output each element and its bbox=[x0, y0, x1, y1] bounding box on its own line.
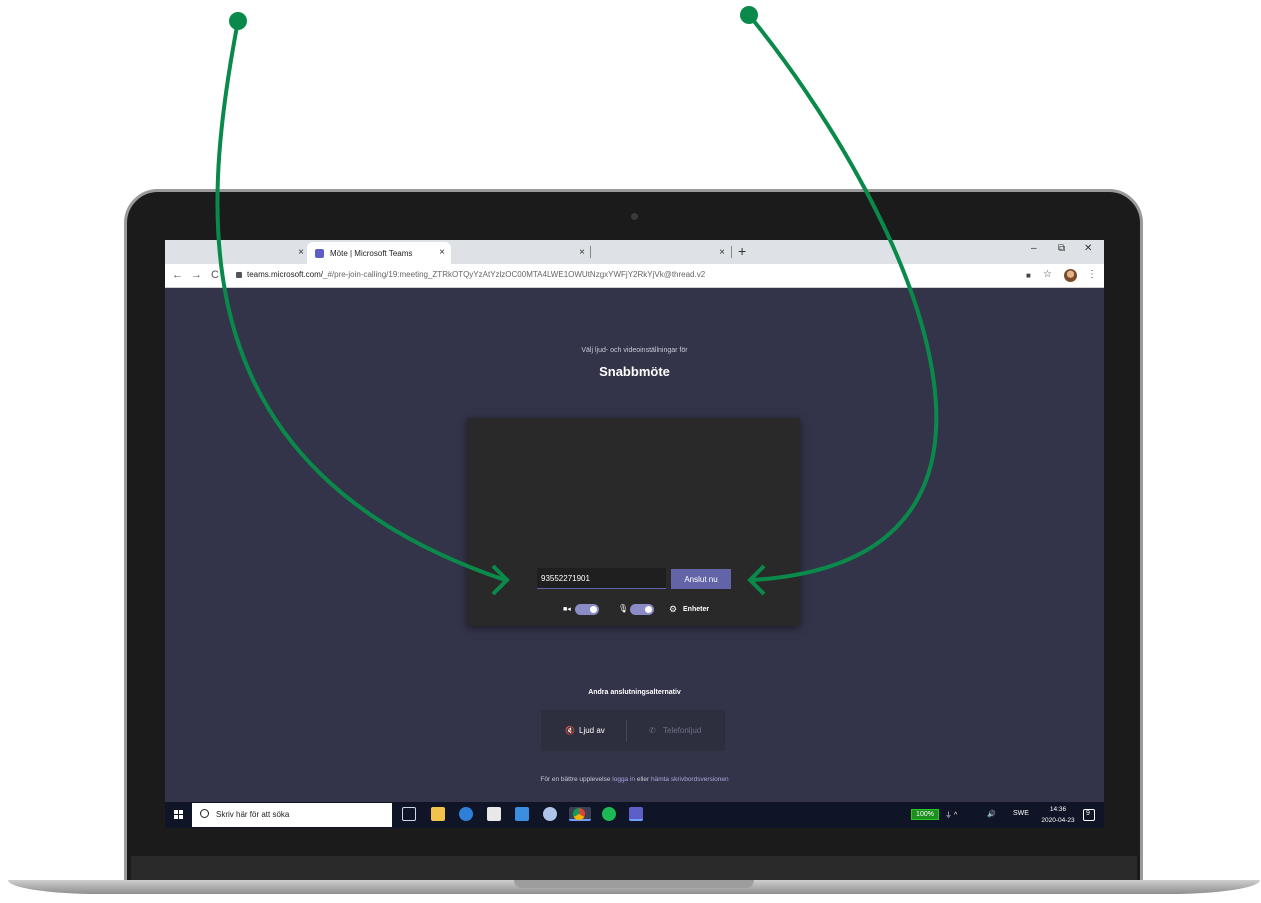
tab-1[interactable]: × bbox=[165, 242, 310, 264]
left-annotation-dot bbox=[229, 12, 247, 30]
name-input[interactable] bbox=[537, 568, 666, 589]
laptop-scene: × Möte | Microsoft Teams × × × + – ⧉ ✕ ←… bbox=[0, 0, 1261, 903]
footer-text: För en bättre upplevelse logga in eller … bbox=[165, 776, 1104, 783]
file-explorer-icon[interactable] bbox=[431, 807, 445, 821]
screen: × Möte | Microsoft Teams × × × + – ⧉ ✕ ←… bbox=[165, 240, 1104, 828]
microphone-icon: 🎙 bbox=[618, 604, 629, 613]
prejoin-panel: Anslut nu ■◂ 🎙 ⚙ Enheter bbox=[467, 418, 800, 626]
spotify-icon[interactable] bbox=[602, 807, 616, 821]
windows-start-icon[interactable] bbox=[174, 810, 184, 820]
task-view-icon[interactable] bbox=[402, 807, 416, 821]
reload-icon[interactable]: C bbox=[211, 269, 219, 281]
forward-icon[interactable]: → bbox=[191, 269, 202, 281]
meeting-title: Snabbmöte bbox=[599, 364, 670, 379]
tray-overflow-icon[interactable]: ⏚ ^ bbox=[945, 810, 957, 820]
paint-icon[interactable] bbox=[543, 807, 557, 821]
options-divider bbox=[626, 720, 627, 742]
close-window-icon[interactable]: ✕ bbox=[1084, 243, 1092, 254]
back-icon[interactable]: ← bbox=[172, 269, 183, 281]
url-host: teams.microsoft.com/ bbox=[247, 270, 324, 279]
minimize-icon[interactable]: – bbox=[1031, 243, 1037, 254]
close-tab-icon[interactable]: × bbox=[298, 247, 304, 258]
notification-count: 9 bbox=[1086, 810, 1090, 817]
join-options: 🔇 Ljud av ✆ Telefonljud bbox=[541, 710, 725, 751]
right-annotation-dot bbox=[740, 6, 758, 24]
tab-title: Möte | Microsoft Teams bbox=[330, 248, 413, 258]
lock-icon bbox=[236, 272, 242, 278]
clock-time: 14:36 bbox=[1049, 806, 1067, 813]
tab-4[interactable]: × bbox=[591, 242, 731, 264]
gear-icon[interactable]: ⚙ bbox=[669, 604, 677, 615]
url-field[interactable]: teams.microsoft.com/_#/pre-join-calling/… bbox=[247, 270, 705, 279]
language-indicator[interactable]: SWE bbox=[1013, 810, 1029, 817]
close-tab-icon[interactable]: × bbox=[719, 247, 725, 258]
tab-divider bbox=[731, 246, 732, 258]
laptop-bezel bbox=[131, 856, 1137, 882]
devices-button[interactable]: Enheter bbox=[683, 606, 709, 613]
tab-teams[interactable]: Möte | Microsoft Teams × bbox=[307, 242, 451, 264]
star-icon[interactable]: ☆ bbox=[1043, 269, 1052, 280]
other-options-title: Andra anslutningsalternativ bbox=[588, 689, 681, 696]
profile-avatar[interactable] bbox=[1064, 269, 1077, 282]
restore-icon[interactable]: ⧉ bbox=[1058, 243, 1065, 254]
microphone-toggle[interactable] bbox=[630, 604, 654, 615]
search-placeholder: Skriv här för att söka bbox=[216, 810, 290, 819]
teams-taskbar-icon[interactable] bbox=[629, 807, 643, 821]
audio-off-icon[interactable]: 🔇 bbox=[565, 726, 575, 735]
laptop-notch bbox=[514, 880, 754, 888]
clock[interactable]: 14:36 2020-04-23 bbox=[1038, 804, 1078, 826]
chrome-icon[interactable] bbox=[569, 807, 591, 821]
tab-strip: × Möte | Microsoft Teams × × × + – ⧉ ✕ bbox=[165, 240, 1104, 264]
teams-icon bbox=[315, 248, 324, 258]
sign-in-link[interactable]: logga in bbox=[612, 776, 635, 783]
taskbar-search-input[interactable]: Skriv här för att söka bbox=[192, 803, 392, 827]
join-now-button[interactable]: Anslut nu bbox=[671, 569, 731, 589]
video-camera-icon: ■◂ bbox=[563, 606, 571, 613]
camera-icon[interactable]: ■ bbox=[1026, 271, 1031, 280]
phone-icon: ✆ bbox=[649, 726, 656, 735]
audio-off-option[interactable]: Ljud av bbox=[579, 726, 605, 735]
battery-indicator[interactable]: 100% bbox=[911, 809, 939, 820]
edge-icon[interactable] bbox=[459, 807, 473, 821]
search-icon bbox=[200, 809, 209, 818]
prejoin-subtitle: Välj ljud- och videoinställningar för bbox=[581, 347, 688, 354]
store-icon[interactable] bbox=[487, 807, 501, 821]
new-tab-button[interactable]: + bbox=[738, 243, 746, 259]
phone-audio-option: Telefonljud bbox=[663, 726, 702, 735]
clock-date: 2020-04-23 bbox=[1041, 817, 1075, 824]
url-path: _#/pre-join-calling/19:meeting_ZTRkOTQyY… bbox=[323, 270, 706, 279]
footer-prefix: För en bättre upplevelse bbox=[540, 776, 611, 783]
webcam bbox=[631, 213, 638, 220]
close-tab-icon[interactable]: × bbox=[579, 247, 585, 258]
download-desktop-link[interactable]: hämta skrivbordsversionen bbox=[651, 776, 729, 783]
address-bar: ← → C teams.microsoft.com/_#/pre-join-ca… bbox=[165, 264, 1104, 288]
video-toggle[interactable] bbox=[575, 604, 599, 615]
tab-3[interactable]: × bbox=[451, 242, 591, 264]
taskbar: Skriv här för att söka 100% ⏚ ^ 🔊 SWE 14… bbox=[165, 802, 1104, 828]
close-tab-icon[interactable]: × bbox=[439, 247, 445, 258]
mail-icon[interactable] bbox=[515, 807, 529, 821]
menu-icon[interactable]: ⋮ bbox=[1087, 269, 1097, 280]
footer-middle: eller bbox=[636, 776, 650, 783]
notification-center-icon[interactable]: 9 bbox=[1083, 809, 1095, 821]
volume-icon[interactable]: 🔊 bbox=[987, 810, 996, 818]
